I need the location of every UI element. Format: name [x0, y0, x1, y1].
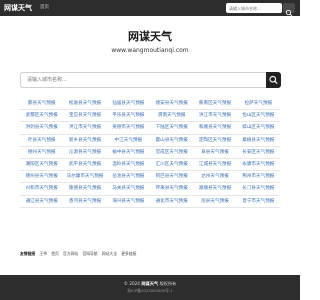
city-row: 鄞县天气预报 松滋县天气预报 仙居县天气预报 绩安县天气预报 蕉南区天气预报 拉萨天气预报 — [20, 98, 280, 111]
page-footer: © 2024 网谋天气 版权所有 浙ICP备2023000000号-1 — [0, 275, 300, 300]
city-link[interactable]: 兴和市天气预报 — [20, 183, 63, 194]
city-link[interactable]: 沁源县天气预报 — [63, 147, 106, 158]
city-link[interactable]: 荆州市天气预报 — [237, 171, 280, 182]
city-link[interactable]: 潮阳区天气预报 — [20, 159, 63, 170]
city-link[interactable]: 怀来县天气预报 — [150, 183, 193, 194]
city-link[interactable]: 长安区天气预报 — [237, 147, 280, 158]
friendly-link[interactable]: 更多链接 — [121, 251, 136, 256]
city-link[interactable]: 武平县天气预报 — [63, 159, 106, 170]
city-row: 洪洞县天气预报 洪江市天气预报 英德市天气预报 下陆区天气预报 和顺县天气预报 蚌山区天气… — [20, 122, 280, 135]
footer-copyright: © 2024 网谋天气 版权所有 — [0, 280, 300, 287]
city-row: 潮阳区天气预报 武平县天气预报 温岭县天气预报 汇川区天气预报 江城县天气预报 永康市天气… — [20, 159, 280, 172]
city-link[interactable]: 晋宁市天气预报 — [237, 196, 280, 207]
site-title: 网谋天气 — [128, 30, 172, 43]
city-link[interactable]: 海兴县天气预报 — [107, 196, 150, 207]
city-link[interactable]: 渭南天气预报 — [150, 110, 193, 121]
city-search-button[interactable] — [266, 72, 281, 88]
city-link[interactable]: 德州县天气预报 — [20, 171, 63, 182]
city-link[interactable]: 马关县天气预报 — [107, 183, 150, 194]
city-search-input[interactable] — [20, 72, 266, 88]
city-link[interactable]: 达州天气预报 — [193, 171, 236, 182]
city-row: 武都区天气预报 宝应县天气预报 平乐县天气预报 渭南天气预报 洪江市天气预报 恒山区天气预… — [20, 110, 280, 123]
search-icon — [269, 75, 278, 84]
city-link[interactable]: 永康市天气预报 — [237, 159, 280, 170]
city-link[interactable]: 香河县天气预报 — [63, 196, 106, 207]
city-link[interactable]: 鄞县天气预报 — [20, 98, 63, 109]
city-link[interactable]: 阜县天气预报 — [193, 147, 236, 158]
city-link[interactable]: 岳池县天气预报 — [107, 171, 150, 182]
friendly-links-label: 友情链接 — [20, 251, 36, 256]
city-link[interactable]: 榆中县天气预报 — [107, 147, 150, 158]
city-link[interactable]: 堂成区天气预报 — [150, 147, 193, 158]
city-link[interactable]: 和顺县天气预报 — [193, 122, 236, 133]
city-link[interactable]: 霍山县天气预报 — [150, 135, 193, 146]
city-link[interactable]: 温岭县天气预报 — [107, 159, 150, 170]
city-link[interactable]: 长汀县天气预报 — [237, 183, 280, 194]
city-row: 德州县天气预报 马尔康市天气预报 岳池县天气预报 阿巴县天气预报 达州天气预报 荆州市天气… — [20, 171, 280, 184]
city-link[interactable]: 蚌山区天气预报 — [237, 122, 280, 133]
city-row: 叶县天气预报 新乡县天气预报 中江天气预报 霍山县天气预报 定陶区天气预报 桑植县天气预报 — [20, 135, 280, 147]
city-link[interactable]: 叶县天气预报 — [20, 135, 63, 146]
friendly-link[interactable]: 首页 — [51, 251, 59, 256]
footer-icp[interactable]: 浙ICP备2023000000号-1 — [0, 288, 300, 294]
nav-search-input[interactable] — [226, 3, 282, 13]
city-link[interactable]: 恒山区天气预报 — [237, 110, 280, 121]
city-row: 通辽县天气预报 香河县天气预报 海兴县天气预报 通化市天气预报 房县天气预报 晋宁市天气预… — [20, 196, 280, 208]
friendly-link[interactable]: 网站大全 — [102, 251, 117, 256]
city-link[interactable]: 蕉南区天气预报 — [193, 98, 236, 109]
city-link[interactable]: 阿巴县天气预报 — [150, 171, 193, 182]
friendly-link[interactable]: 官网导航 — [82, 251, 97, 256]
site-url: www.wangmoutianqi.com — [111, 47, 189, 54]
top-navbar: 网谋天气 首页 — [0, 0, 300, 17]
city-link[interactable]: 拉萨天气预报 — [237, 98, 280, 109]
city-link[interactable]: 仙居县天气预报 — [107, 98, 150, 109]
city-link[interactable]: 通辽县天气预报 — [20, 196, 63, 207]
city-link[interactable]: 中江天气预报 — [107, 135, 150, 146]
city-link[interactable]: 通化市天气预报 — [150, 196, 193, 207]
city-link[interactable]: 洪江市天气预报 — [63, 122, 106, 133]
city-link[interactable]: 汇川区天气预报 — [150, 159, 193, 170]
city-link[interactable]: 武都区天气预报 — [20, 110, 63, 121]
city-link[interactable]: 隆德县天气预报 — [63, 183, 106, 194]
city-link[interactable]: 宝应县天气预报 — [63, 110, 106, 121]
city-link[interactable]: 定陶区天气预报 — [193, 135, 236, 146]
city-link[interactable]: 桑植县天气预报 — [237, 135, 280, 146]
city-link[interactable]: 江城县天气预报 — [193, 159, 236, 170]
friendly-link[interactable]: 王爷 — [39, 251, 47, 256]
footer-copyright-suffix: 版权所有 — [159, 281, 177, 286]
city-link[interactable]: 富顺县天气预报 — [193, 183, 236, 194]
city-row: 兴和市天气预报 隆德县天气预报 马关县天气预报 怀来县天气预报 富顺县天气预报 长汀县天气… — [20, 183, 280, 196]
footer-copyright-prefix: © 2024 — [123, 281, 140, 286]
city-link[interactable]: 英德市天气预报 — [107, 122, 150, 133]
city-link[interactable]: 洪江市天气预报 — [193, 110, 236, 121]
city-link[interactable]: 马尔康市天气预报 — [63, 171, 106, 182]
search-icon — [285, 9, 293, 17]
city-link[interactable]: 洪洞县天气预报 — [20, 122, 63, 133]
city-grid: 鄞县天气预报 松滋县天气预报 仙居县天气预报 绩安县天气预报 蕉南区天气预报 拉萨天气预报… — [20, 98, 280, 208]
city-row: 德州天气预报 沁源县天气预报 榆中县天气预报 堂成区天气预报 阜县天气预报 长安区天气预报 — [20, 147, 280, 159]
nav-home-link[interactable]: 首页 — [40, 4, 49, 12]
city-link[interactable]: 松滋县天气预报 — [63, 98, 106, 109]
nav-search-button[interactable] — [283, 3, 295, 17]
footer-brand[interactable]: 网谋天气 — [141, 281, 158, 286]
city-link[interactable]: 下陆区天气预报 — [150, 122, 193, 133]
city-link[interactable]: 新乡县天气预报 — [63, 135, 106, 146]
city-link[interactable]: 平乐县天气预报 — [107, 110, 150, 121]
friendly-link[interactable]: 官方网站 — [63, 251, 78, 256]
friendly-links: 友情链接 王爷 首页 官方网站 官网导航 网站大全 更多链接 — [20, 250, 280, 258]
city-link[interactable]: 绩安县天气预报 — [150, 98, 193, 109]
brand-logo-text[interactable]: 网谋天气 — [4, 3, 32, 13]
city-link[interactable]: 房县天气预报 — [193, 196, 236, 207]
city-link[interactable]: 德州天气预报 — [20, 147, 63, 158]
